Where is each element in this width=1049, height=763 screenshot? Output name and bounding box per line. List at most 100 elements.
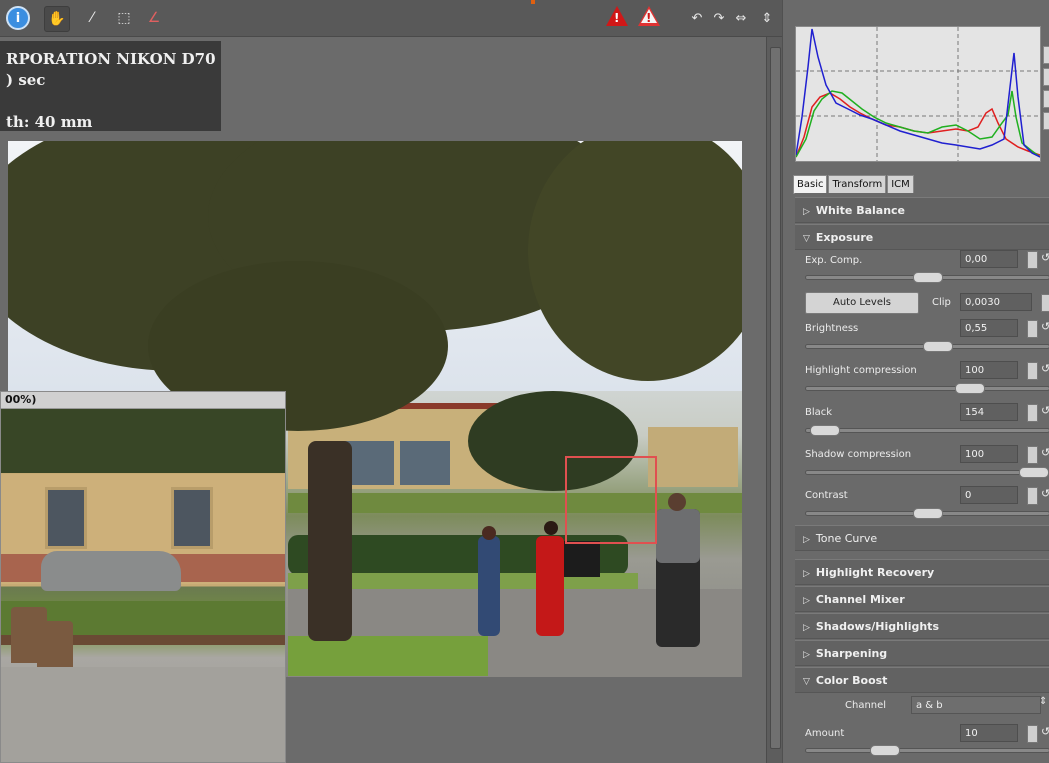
detail-preview[interactable] [1,409,285,762]
slider-thumb[interactable] [810,425,840,436]
highlight-compression-label: Highlight compression [805,365,917,376]
tab-icm[interactable]: ICM [887,175,914,194]
hand-tool-icon[interactable]: ✋ [44,6,70,32]
tab-transform[interactable]: Transform [828,175,887,194]
exp-comp-label: Exp. Comp. [805,255,863,266]
black-reset-icon[interactable]: ↺ [1041,404,1049,417]
info-icon[interactable]: i [6,6,30,30]
slider-thumb[interactable] [870,745,900,756]
exif-line: ) sec [6,71,46,89]
white-balance-header[interactable]: ▷ White Balance [795,197,1049,223]
histogram-green [795,90,1041,158]
shadow-compression-field[interactable]: 100 [960,445,1018,463]
contrast-field[interactable]: 0 [960,486,1018,504]
shadows-highlights-header[interactable]: ▷ Shadows/Highlights [795,613,1049,639]
highlight-compression-reset-icon[interactable]: ↺ [1041,362,1049,375]
amount-spin-icon[interactable] [1027,725,1038,743]
flip-vertical-icon[interactable]: ⇕ [758,6,776,30]
histogram-green-toggle[interactable] [1043,68,1049,86]
black-field[interactable]: 154 [960,403,1018,421]
brightness-spin-icon[interactable] [1027,320,1038,338]
exp-comp-reset-icon[interactable]: ↺ [1041,251,1049,264]
amount-reset-icon[interactable]: ↺ [1041,725,1049,738]
amount-field[interactable]: 10 [960,724,1018,742]
detail-window[interactable]: 00%) [0,391,286,763]
crop-tool-icon[interactable]: ⬚ [112,6,136,30]
color-boost-header[interactable]: ▽ Color Boost [795,667,1049,693]
contrast-reset-icon[interactable]: ↺ [1041,487,1049,500]
collapsed-arrow-icon: ▷ [803,623,810,633]
histogram-red-toggle[interactable] [1043,46,1049,64]
image-viewer[interactable]: RPORATION NIKON D70 ) sec th: 40 mm 00%) [0,37,766,763]
highlight-clipping-warning-icon[interactable]: ! [606,6,628,26]
expanded-arrow-icon: ▽ [803,234,810,244]
contrast-label: Contrast [805,490,848,501]
tab-basic[interactable]: Basic [793,175,828,194]
shadow-compression-spin-icon[interactable] [1027,446,1038,464]
histogram-blue [795,28,1041,158]
shadow-clipping-warning-icon[interactable]: ! [638,6,660,26]
black-slider[interactable] [805,425,1049,436]
clip-field[interactable]: 0,0030 [960,293,1032,311]
histogram-graph [795,27,1041,161]
histogram-blue-toggle[interactable] [1043,90,1049,108]
photo-person [536,536,564,636]
detail-car [41,551,181,591]
slider-thumb[interactable] [913,272,943,283]
highlight-recovery-header[interactable]: ▷ Highlight Recovery [795,559,1049,585]
exp-comp-slider[interactable] [805,272,1049,283]
contrast-spin-icon[interactable] [1027,487,1038,505]
contrast-slider[interactable] [805,508,1049,519]
collapsed-arrow-icon: ▷ [803,207,810,217]
exp-comp-spin-icon[interactable] [1027,251,1038,269]
section-title: Sharpening [815,647,888,660]
section-title: White Balance [815,204,906,217]
clip-spin-icon[interactable] [1041,294,1049,312]
channel-mixer-header[interactable]: ▷ Channel Mixer [795,586,1049,612]
channel-select[interactable]: a & b [911,696,1041,714]
slider-thumb[interactable] [913,508,943,519]
highlight-compression-spin-icon[interactable] [1027,362,1038,380]
amount-slider[interactable] [805,745,1049,756]
highlight-compression-field[interactable]: 100 [960,361,1018,379]
exposure-header[interactable]: ▽ Exposure [795,224,1049,250]
detail-window-title[interactable]: 00%) [1,392,285,409]
sharpening-header[interactable]: ▷ Sharpening [795,640,1049,666]
photo-person-head [668,493,686,511]
shadow-compression-slider[interactable] [805,467,1049,478]
viewer-scrollbar-thumb[interactable] [770,47,781,749]
slider-thumb[interactable] [923,341,953,352]
slider-thumb[interactable] [955,383,985,394]
brightness-label: Brightness [805,323,859,334]
straighten-tool-icon[interactable]: ∠ [142,6,166,30]
black-label: Black [805,407,833,418]
black-spin-icon[interactable] [1027,404,1038,422]
section-title: Color Boost [815,674,888,687]
brightness-reset-icon[interactable]: ↺ [1041,320,1049,333]
tool-panel: Basic Transform ICM ▷ White Balance ▽ Expo… [782,0,1049,763]
photo-building-right [648,427,738,487]
flip-horizontal-icon[interactable]: ⇔ [732,6,750,30]
collapsed-arrow-icon: ▷ [803,650,810,660]
rotate-left-icon[interactable]: ↶ [688,6,706,30]
tool-tabs: Basic Transform ICM [793,175,915,194]
auto-levels-button[interactable]: Auto Levels [805,292,919,314]
section-title: Highlight Recovery [815,566,935,579]
basic-tools: ▷ White Balance ▽ Exposure Exp. Comp. 0,00… [795,193,1049,763]
rotate-right-icon[interactable]: ↷ [710,6,728,30]
brightness-slider[interactable] [805,341,1049,352]
detail-zoom-rectangle[interactable] [565,456,657,544]
slider-thumb[interactable] [1019,467,1049,478]
tone-curve-header[interactable]: ▷ Tone Curve [795,525,1049,551]
section-title: Channel Mixer [815,593,905,606]
detail-walkway [1,667,285,762]
histogram-luminance-toggle[interactable] [1043,112,1049,130]
exif-line: th: 40 mm [6,113,93,131]
highlight-compression-slider[interactable] [805,383,1049,394]
white-balance-picker-icon[interactable]: ⁄ [80,6,104,30]
brightness-field[interactable]: 0,55 [960,319,1018,337]
channel-dropdown-icon[interactable]: ⇕ [1039,696,1047,707]
viewer-scrollbar[interactable] [766,37,783,763]
exp-comp-field[interactable]: 0,00 [960,250,1018,268]
shadow-compression-reset-icon[interactable]: ↺ [1041,446,1049,459]
